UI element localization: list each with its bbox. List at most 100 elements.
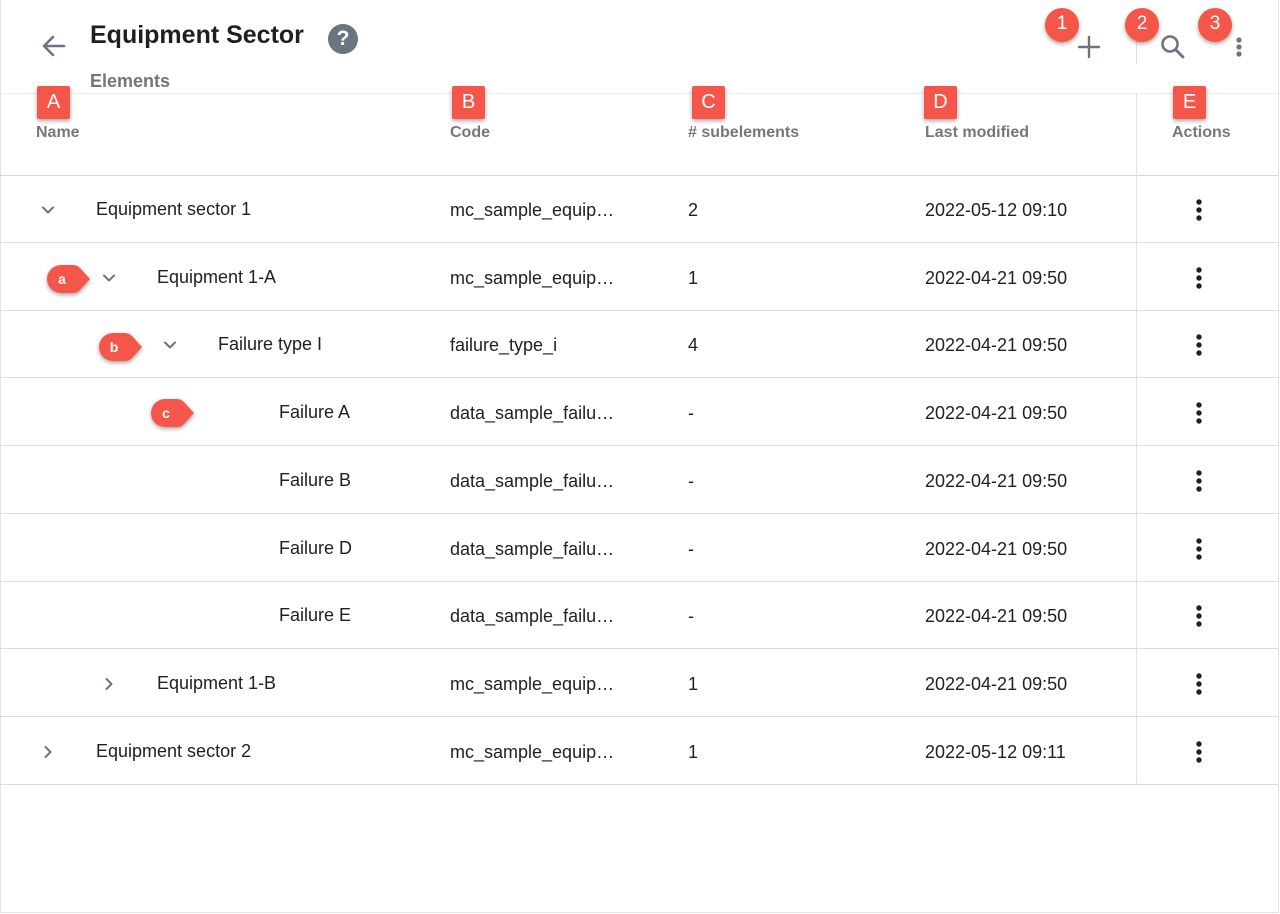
expand-toggle[interactable] [36,198,60,222]
column-header-subelements[interactable]: # subelements [688,124,799,142]
search-icon [1161,35,1185,59]
page-title: Equipment Sector [90,21,304,49]
toolbar-divider [1136,38,1137,64]
more-options-button[interactable] [1226,30,1252,64]
row-last-modified: 2022-05-12 09:10 [925,200,1068,220]
row-actions-button[interactable] [1186,465,1212,497]
row-name: Equipment 1-A [157,267,277,287]
row-code: data_sample_failu… [450,403,615,423]
row-subelements: 2 [688,200,699,220]
more-vertical-icon [1186,470,1212,501]
more-vertical-icon [1186,267,1212,298]
expand-toggle[interactable] [97,672,121,696]
row-last-modified: 2022-04-21 09:50 [925,335,1068,355]
row-actions-button[interactable] [1186,397,1212,429]
row-code: data_sample_failu… [450,471,615,491]
row-actions-button[interactable] [1186,329,1212,361]
more-vertical-icon [1186,402,1212,433]
back-button[interactable] [38,30,70,62]
table-row[interactable]: Equipment 1-B mc_sample_equip… 1 2022-04-21… [0,650,1279,717]
row-subelements: - [688,471,694,491]
expand-toggle[interactable] [36,740,60,764]
row-actions-button[interactable] [1186,194,1212,226]
header-separator [0,93,1279,94]
table-row[interactable]: Failure D data_sample_failu… - 2022-04-21 0… [0,515,1279,582]
expand-toggle[interactable] [158,333,182,357]
more-vertical-icon [1236,37,1242,57]
more-vertical-icon [1186,741,1212,772]
chevron-down-icon [36,206,60,226]
row-code: mc_sample_equip… [450,674,615,694]
callout-column-d: D [924,86,957,119]
search-button[interactable] [1156,30,1190,64]
table-row[interactable]: Equipment sector 1 mc_sample_equip… 2 2022-… [0,176,1279,243]
row-subelements: - [688,606,694,626]
row-code: mc_sample_equip… [450,268,615,288]
row-last-modified: 2022-05-12 09:11 [925,742,1066,762]
row-last-modified: 2022-04-21 09:50 [925,606,1068,626]
row-last-modified: 2022-04-21 09:50 [925,539,1068,559]
more-vertical-icon [1186,538,1212,569]
callout-row-c: c [151,399,194,427]
table-row[interactable]: Equipment 1-A mc_sample_equip… 1 2022-04-21… [0,244,1279,311]
callout-row-a: a [47,265,90,293]
chevron-down-icon [97,274,121,294]
row-actions-button[interactable] [1186,262,1212,294]
row-name: Failure D [279,538,353,558]
row-subelements: 1 [688,268,699,288]
help-icon[interactable]: ? [328,24,358,54]
callout-column-c: C [692,86,725,119]
row-code: mc_sample_equip… [450,200,615,220]
callout-column-e: E [1173,86,1206,119]
chevron-right-icon [36,746,60,768]
row-actions-button[interactable] [1186,668,1212,700]
more-vertical-icon [1186,605,1212,636]
row-last-modified: 2022-04-21 09:50 [925,674,1068,694]
column-header-actions: Actions [1172,124,1231,141]
callout-row-c-label: c [162,405,170,421]
callout-column-b: B [452,86,485,119]
page-subtitle: Elements [90,71,171,91]
row-actions-button[interactable] [1186,533,1212,565]
row-name: Equipment 1-B [157,673,277,693]
row-name: Equipment sector 2 [96,741,252,761]
expand-toggle[interactable] [97,266,121,290]
more-vertical-icon [1186,334,1212,365]
callout-toolbar-1: 1 [1045,8,1079,42]
chevron-down-icon [158,341,182,361]
row-last-modified: 2022-04-21 09:50 [925,403,1068,423]
table-row[interactable]: Failure B data_sample_failu… - 2022-04-21 0… [0,447,1279,514]
row-subelements: 4 [688,335,699,355]
row-subelements: - [688,539,694,559]
row-actions-button[interactable] [1186,736,1212,768]
column-header-code[interactable]: Code [450,124,490,142]
table-row[interactable]: Failure E data_sample_failu… - 2022-04-21 0… [0,582,1279,649]
callout-row-a-label: a [58,271,66,287]
row-code: data_sample_failu… [450,539,615,559]
row-name: Failure E [279,605,352,625]
column-header-name[interactable]: Name [36,124,80,142]
row-actions-button[interactable] [1186,600,1212,632]
row-name: Failure B [279,470,352,490]
column-header-last-modified[interactable]: Last modified [925,124,1029,142]
row-last-modified: 2022-04-21 09:50 [925,471,1068,491]
table-row[interactable]: Equipment sector 2 mc_sample_equip… 1 2022-… [0,718,1279,785]
table-row[interactable]: Failure type I failure_type_i 4 2022-04-21 … [0,311,1279,378]
row-name: Failure A [279,402,351,422]
more-vertical-icon [1186,673,1212,704]
add-element-button[interactable] [1072,30,1106,64]
callout-column-a: A [37,86,70,119]
row-code: mc_sample_equip… [450,742,615,762]
row-code: failure_type_i [450,335,558,355]
more-vertical-icon [1186,199,1212,230]
row-name: Failure type I [218,334,323,354]
chevron-right-icon [97,678,121,700]
arrow-left-icon [42,35,66,57]
row-name: Equipment sector 1 [96,199,252,219]
row-subelements: 1 [688,674,699,694]
callout-row-b: b [99,333,142,361]
callout-toolbar-3: 3 [1198,8,1232,42]
plus-icon [1077,35,1101,59]
callout-row-b-label: b [109,339,119,355]
row-subelements: - [688,403,694,423]
